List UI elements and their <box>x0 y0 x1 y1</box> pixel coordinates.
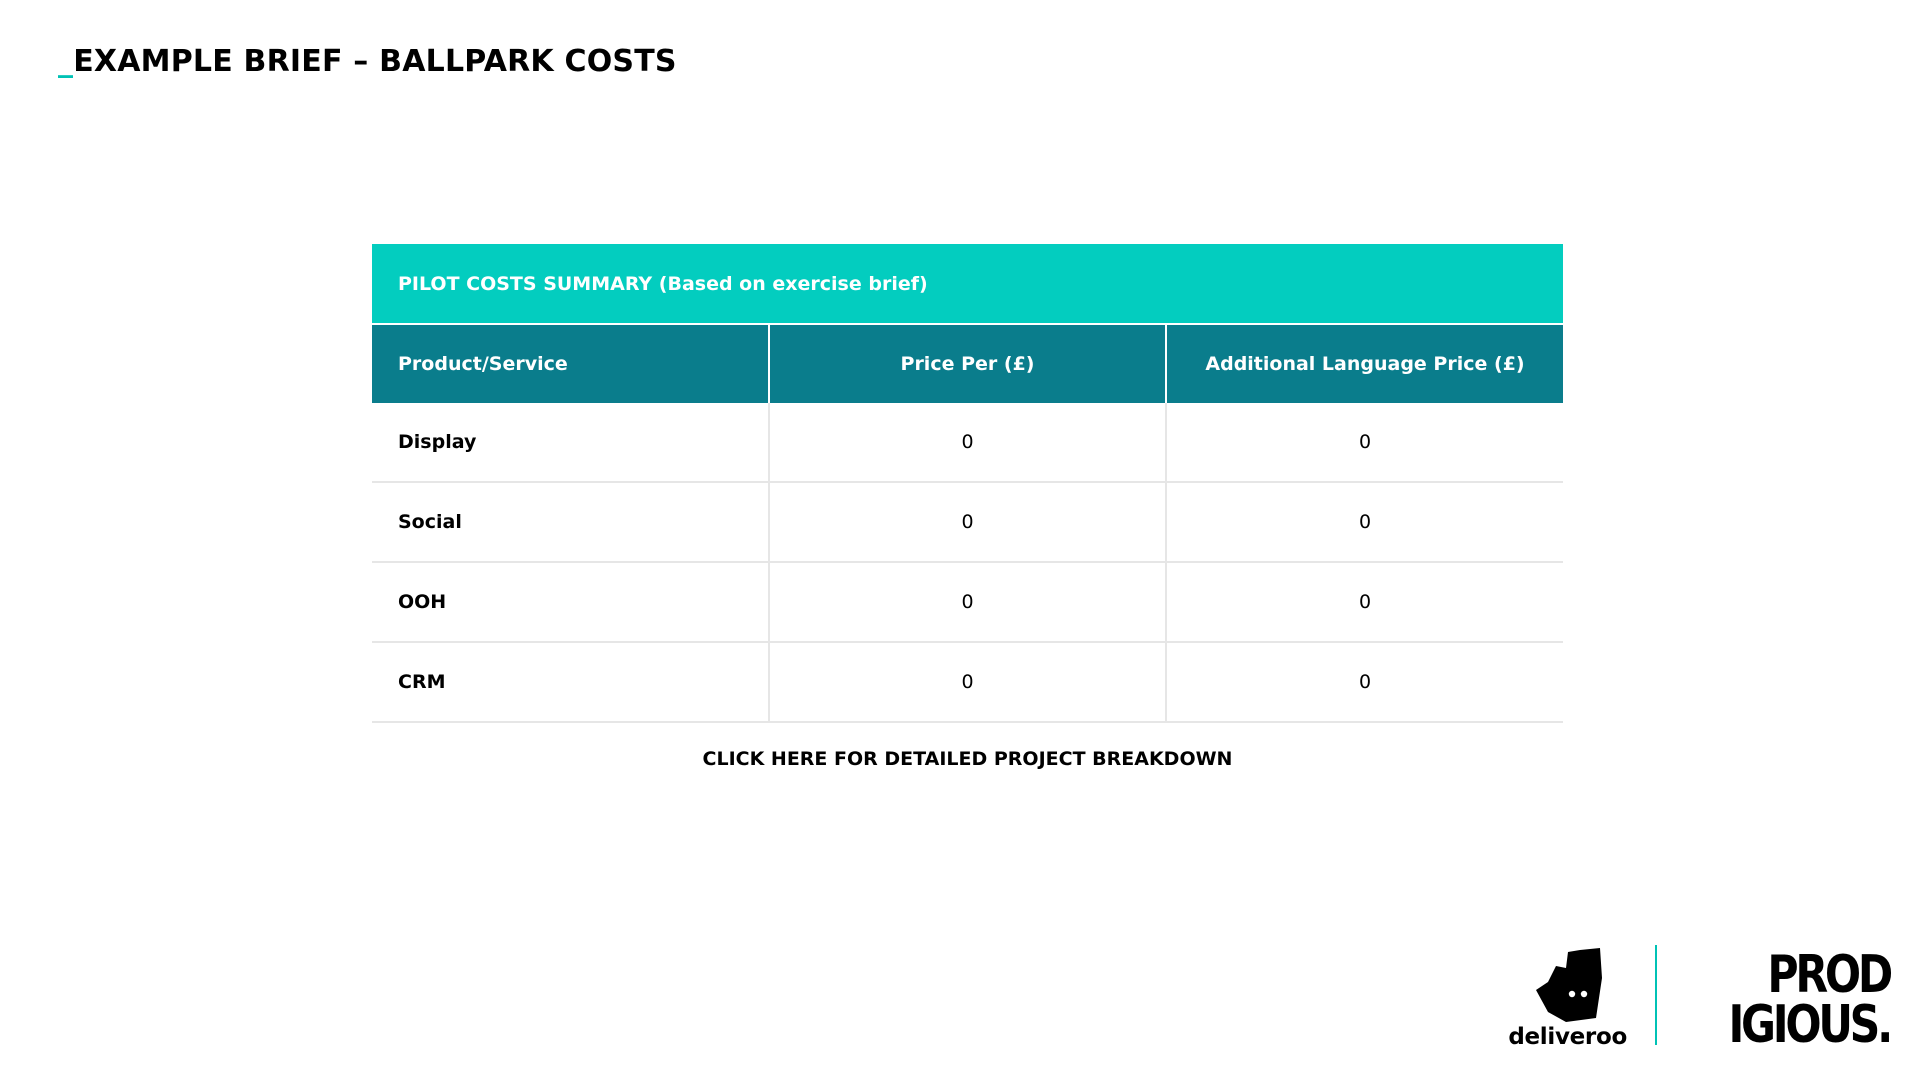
cell-product: CRM <box>372 642 769 723</box>
deliveroo-wordmark: deliveroo <box>1508 1024 1627 1050</box>
header-product-service: Product/Service <box>372 325 769 403</box>
cell-language-price: 0 <box>1165 562 1563 643</box>
cell-product: OOH <box>372 562 769 643</box>
cell-language-price: 0 <box>1165 482 1563 563</box>
cell-price: 0 <box>768 562 1166 643</box>
costs-table: Product/Service Price Per (£) Additional… <box>372 325 1563 723</box>
table-row: OOH 0 0 <box>372 562 1563 643</box>
table-row: Display 0 0 <box>372 403 1563 483</box>
cost-summary-table: PILOT COSTS SUMMARY (Based on exercise b… <box>372 244 1563 723</box>
table-header-row: Product/Service Price Per (£) Additional… <box>372 325 1563 403</box>
title-accent: _ <box>58 44 74 79</box>
detailed-breakdown-link[interactable]: CLICK HERE FOR DETAILED PROJECT BREAKDOW… <box>372 748 1563 770</box>
footer-logos: deliveroo PROD IGIOUS. <box>1508 940 1893 1055</box>
prodigious-line2: IGIOUS. <box>1728 995 1893 1055</box>
deliveroo-logo: deliveroo <box>1508 948 1627 1050</box>
deliveroo-kangaroo-icon <box>1535 948 1602 1022</box>
cell-price: 0 <box>768 482 1166 563</box>
cell-price: 0 <box>768 642 1166 723</box>
logo-divider <box>1654 945 1657 1045</box>
page-title: _EXAMPLE BRIEF – BALLPARK COSTS <box>58 44 677 79</box>
header-additional-language-price: Additional Language Price (£) <box>1165 325 1563 403</box>
prodigious-logo: PROD IGIOUS. <box>1728 945 1893 1055</box>
table-row: CRM 0 0 <box>372 642 1563 723</box>
slide: _EXAMPLE BRIEF – BALLPARK COSTS PILOT CO… <box>0 0 1920 1080</box>
header-price-per: Price Per (£) <box>768 325 1166 403</box>
cell-product: Social <box>372 482 769 563</box>
prodigious-line1: PROD <box>1767 945 1893 1005</box>
title-text: EXAMPLE BRIEF – BALLPARK COSTS <box>73 44 677 79</box>
cell-language-price: 0 <box>1165 403 1563 483</box>
cell-product: Display <box>372 403 769 483</box>
table-row: Social 0 0 <box>372 482 1563 563</box>
table-banner: PILOT COSTS SUMMARY (Based on exercise b… <box>372 244 1563 323</box>
cell-language-price: 0 <box>1165 642 1563 723</box>
cell-price: 0 <box>768 403 1166 483</box>
